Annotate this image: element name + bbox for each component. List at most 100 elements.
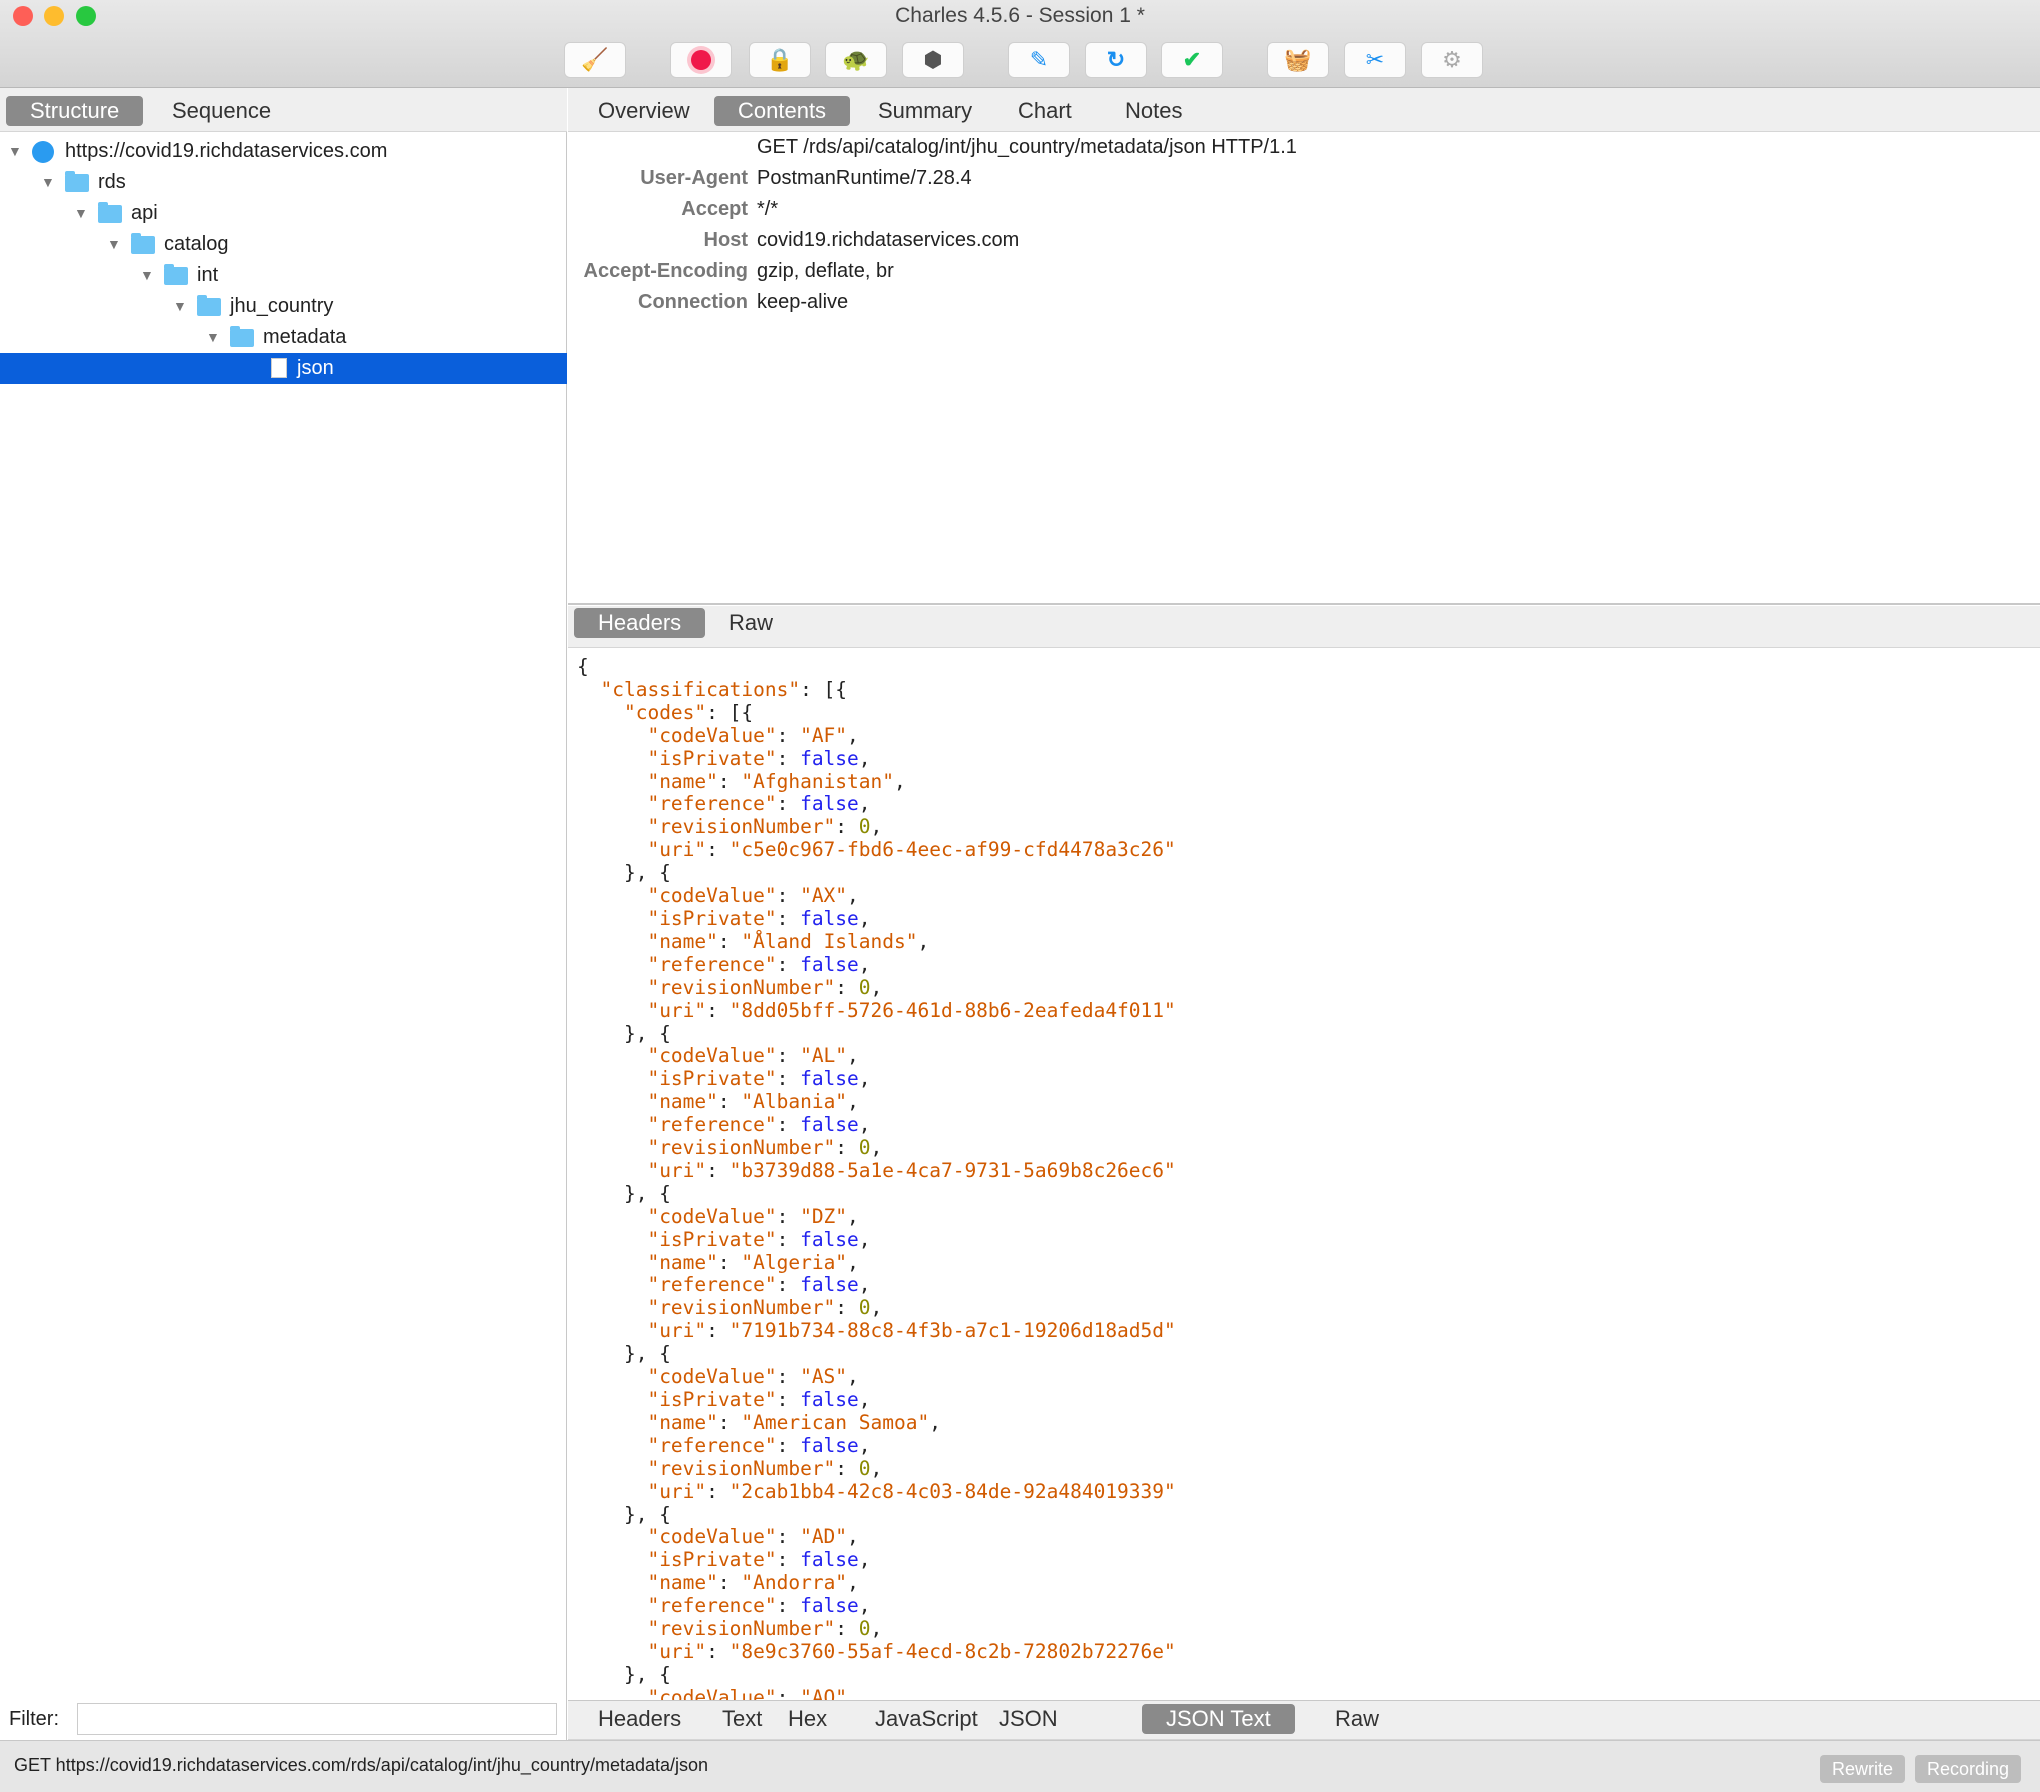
tab-response-hex[interactable]: Hex — [764, 1704, 851, 1734]
disclosure-triangle-icon[interactable]: ▼ — [74, 198, 88, 229]
response-json-text[interactable]: { "classifications": [{ "codes": [{ "cod… — [568, 656, 2040, 1700]
header-value: gzip, deflate, br — [757, 260, 894, 282]
disclosure-triangle-icon[interactable]: ▼ — [206, 322, 220, 353]
json-line: "uri": "2cab1bb4-42c8-4c03-84de-92a48401… — [647, 1479, 1176, 1503]
tree-item-label: api — [131, 202, 158, 224]
json-line: "codeValue": "AD", — [647, 1525, 859, 1549]
json-line: }, { — [577, 1342, 671, 1366]
throttle-button[interactable]: 🐢 — [825, 42, 887, 78]
tab-overview[interactable]: Overview — [574, 96, 714, 126]
record-icon — [691, 50, 711, 70]
json-line: "revisionNumber": 0, — [647, 1296, 883, 1320]
window-title: Charles 4.5.6 - Session 1 * — [895, 4, 1145, 27]
tab-request-raw[interactable]: Raw — [705, 608, 797, 638]
disclosure-triangle-icon[interactable]: ▼ — [107, 229, 121, 260]
tree-item-label: jhu_country — [230, 295, 334, 317]
json-line: "revisionNumber": 0, — [647, 1456, 883, 1480]
tree-item[interactable]: ▼ int — [0, 260, 567, 291]
record-button[interactable] — [670, 42, 732, 78]
json-line: "name": "Åland Islands", — [647, 929, 930, 953]
title-bar: Charles 4.5.6 - Session 1 * 🧹 🔒 🐢 ⬢ ✎ ↻ … — [0, 0, 2040, 88]
folder-icon — [131, 233, 155, 254]
header-value: */* — [757, 198, 779, 220]
folder-icon — [164, 264, 188, 285]
breakpoints-button[interactable]: ⬢ — [902, 42, 964, 78]
ssl-proxying-button[interactable]: 🔒 — [749, 42, 811, 78]
breakpoint-hexagon-icon: ⬢ — [923, 47, 943, 72]
header-name: Accept-Encoding — [583, 260, 748, 282]
json-line: "reference": false, — [647, 792, 871, 816]
clear-session-button[interactable]: 🧹 — [564, 42, 626, 78]
json-line: "isPrivate": false, — [647, 1388, 871, 1411]
header-name: User-Agent — [640, 167, 748, 189]
tree-item[interactable]: ▼ rds — [0, 167, 567, 198]
left-tab-bar: Structure Sequence — [0, 88, 567, 132]
tab-request-headers[interactable]: Headers — [574, 608, 706, 638]
globe-icon — [32, 141, 54, 163]
tools-button[interactable]: ✂ — [1344, 42, 1406, 78]
tab-notes[interactable]: Notes — [1101, 96, 1206, 126]
tab-response-raw[interactable]: Raw — [1311, 1704, 1403, 1734]
folder-icon — [230, 326, 254, 347]
json-line: }, { — [577, 1021, 671, 1045]
tree-item-label: int — [197, 264, 219, 286]
rewrite-button[interactable]: Rewrite — [1820, 1755, 1906, 1783]
tab-sequence[interactable]: Sequence — [148, 96, 295, 126]
request-subtab-bar: Headers Raw — [568, 606, 2040, 648]
tab-contents[interactable]: Contents — [714, 96, 851, 126]
basket-button[interactable]: 🧺 — [1267, 42, 1329, 78]
right-tab-bar: Overview Contents Summary Chart Notes — [568, 88, 2040, 132]
tree-item-label: rds — [98, 171, 126, 193]
tab-response-json[interactable]: JSON — [975, 1704, 1082, 1734]
json-line: "reference": false, — [647, 1273, 871, 1297]
json-line: "revisionNumber": 0, — [647, 1136, 883, 1160]
tree-item[interactable]: ▼ https://covid19.richdataservices.com — [0, 136, 567, 167]
disclosure-triangle-icon[interactable]: ▼ — [8, 136, 22, 167]
json-line: "uri": "b3739d88-5a1e-4ca7-9731-5a69b8c2… — [647, 1158, 1176, 1182]
ssl-lock-icon: 🔒 — [766, 47, 794, 72]
tab-chart[interactable]: Chart — [994, 96, 1096, 126]
compose-pen-icon: ✎ — [1029, 47, 1049, 72]
settings-button[interactable]: ⚙ — [1421, 42, 1483, 78]
tools-icon: ✂ — [1365, 47, 1385, 72]
json-line: "reference": false, — [647, 1433, 871, 1457]
repeat-button[interactable]: ↻ — [1085, 42, 1147, 78]
broom-icon: 🧹 — [581, 47, 609, 72]
json-line: "codes": [{ — [623, 700, 754, 724]
throttle-turtle-icon: 🐢 — [842, 47, 870, 72]
json-line: "name": "Andorra", — [647, 1571, 859, 1595]
disclosure-triangle-icon[interactable]: ▼ — [173, 291, 187, 322]
json-line: "isPrivate": false, — [647, 1227, 871, 1251]
header-value: keep-alive — [757, 291, 849, 313]
tree-item[interactable]: ▼ metadata — [0, 322, 567, 353]
json-line: }, { — [577, 1502, 671, 1526]
tree-item[interactable]: json — [0, 353, 567, 384]
tree-item[interactable]: ▼ jhu_country — [0, 291, 567, 322]
json-line: "codeValue": "AX", — [647, 884, 859, 908]
tab-response-headers[interactable]: Headers — [574, 1704, 705, 1734]
json-line: "uri": "8dd05bff-5726-461d-88b6-2eafeda4… — [647, 998, 1176, 1022]
validate-button[interactable]: ✔ — [1161, 42, 1223, 78]
filter-input[interactable] — [77, 1703, 557, 1735]
basket-icon: 🧺 — [1284, 47, 1312, 72]
tab-summary[interactable]: Summary — [854, 96, 996, 126]
json-line: "name": "Albania", — [647, 1090, 859, 1114]
tab-structure[interactable]: Structure — [6, 96, 144, 126]
recording-button[interactable]: Recording — [1915, 1755, 2022, 1783]
compose-button[interactable]: ✎ — [1008, 42, 1070, 78]
disclosure-triangle-icon[interactable]: ▼ — [41, 167, 55, 198]
header-value: PostmanRuntime/7.28.4 — [757, 167, 972, 189]
json-line: "reference": false, — [647, 952, 871, 976]
json-line: "name": "Afghanistan", — [647, 769, 906, 793]
repeat-icon: ↻ — [1106, 47, 1126, 72]
disclosure-triangle-icon[interactable]: ▼ — [140, 260, 154, 291]
header-name: Accept — [681, 198, 748, 220]
status-text: GET https://covid19.richdataservices.com… — [14, 1755, 709, 1775]
settings-gear-icon: ⚙ — [1442, 47, 1462, 72]
tree-item[interactable]: ▼ catalog — [0, 229, 567, 260]
tree-item[interactable]: ▼ api — [0, 198, 567, 229]
tab-response-json-text[interactable]: JSON Text — [1142, 1704, 1295, 1734]
request-line: GET /rds/api/catalog/int/jhu_country/met… — [757, 136, 1297, 158]
json-line: "codeValue": "AF", — [647, 723, 859, 747]
json-line: "revisionNumber": 0, — [647, 815, 883, 839]
